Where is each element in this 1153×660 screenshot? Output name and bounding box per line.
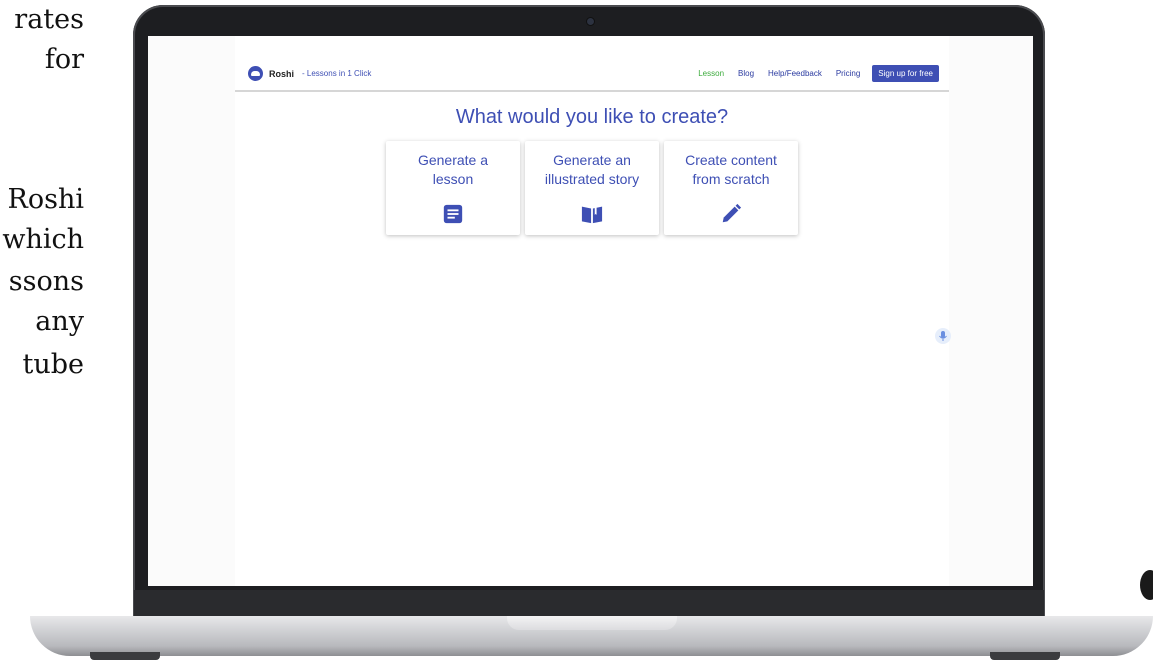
side-text-line: Roshi (7, 184, 84, 215)
nav-link-lesson[interactable]: Lesson (698, 69, 724, 78)
microphone-icon (939, 331, 947, 341)
card-label-line: Generate an (553, 152, 631, 168)
open-book-icon (581, 205, 603, 224)
top-nav: Roshi - Lessons in 1 Click Lesson Blog H… (235, 58, 949, 92)
side-marketing-text: rates for Roshi which ssons any tube (0, 0, 84, 430)
card-label: Create content from scratch (664, 151, 798, 189)
side-text-line: rates (14, 4, 84, 35)
camera-icon (587, 18, 594, 25)
laptop-screen: Roshi - Lessons in 1 Click Lesson Blog H… (148, 36, 1033, 586)
sign-up-button[interactable]: Sign up for free (872, 65, 939, 82)
brand-name: Roshi (269, 68, 295, 79)
pencil-icon (722, 203, 742, 223)
side-text-line: which (2, 224, 84, 255)
page-title: What would you like to create? (455, 106, 729, 128)
generate-lesson-card[interactable]: Generate a lesson (386, 141, 520, 235)
card-label-line: from scratch (692, 171, 770, 187)
side-text-line: any (35, 306, 84, 337)
create-from-scratch-card[interactable]: Create content from scratch (664, 141, 798, 235)
generate-illustrated-story-card[interactable]: Generate an illustrated story (525, 141, 659, 235)
card-label-line: Generate a (417, 152, 489, 168)
side-text-line: for (44, 44, 84, 75)
nav-link-blog[interactable]: Blog (738, 69, 754, 78)
nav-link-help-feedback[interactable]: Help/Feedback (768, 69, 822, 78)
laptop-opening-notch (507, 616, 677, 630)
nav-links: Lesson Blog Help/Feedback Pricing Sign u… (684, 65, 939, 82)
roshi-logo-icon (248, 66, 263, 81)
card-label-line: lesson (432, 171, 474, 187)
laptop-chin (134, 590, 1044, 618)
laptop-foot (990, 652, 1060, 660)
side-text-line: ssons (8, 266, 84, 297)
card-label: Generate a lesson (386, 151, 520, 189)
card-label-line: Create content (685, 152, 777, 168)
brand[interactable]: Roshi - Lessons in 1 Click (248, 66, 371, 81)
side-text-line: tube (22, 349, 84, 380)
edge-decoration (1140, 570, 1153, 600)
nav-link-pricing[interactable]: Pricing (836, 69, 860, 78)
laptop-foot (90, 652, 160, 660)
document-icon (443, 204, 463, 224)
microphone-button[interactable] (935, 328, 951, 344)
card-label: Generate an illustrated story (525, 151, 659, 189)
web-page: Roshi - Lessons in 1 Click Lesson Blog H… (235, 36, 949, 586)
card-label-line: illustrated story (544, 171, 640, 187)
brand-tagline: - Lessons in 1 Click (302, 69, 372, 78)
